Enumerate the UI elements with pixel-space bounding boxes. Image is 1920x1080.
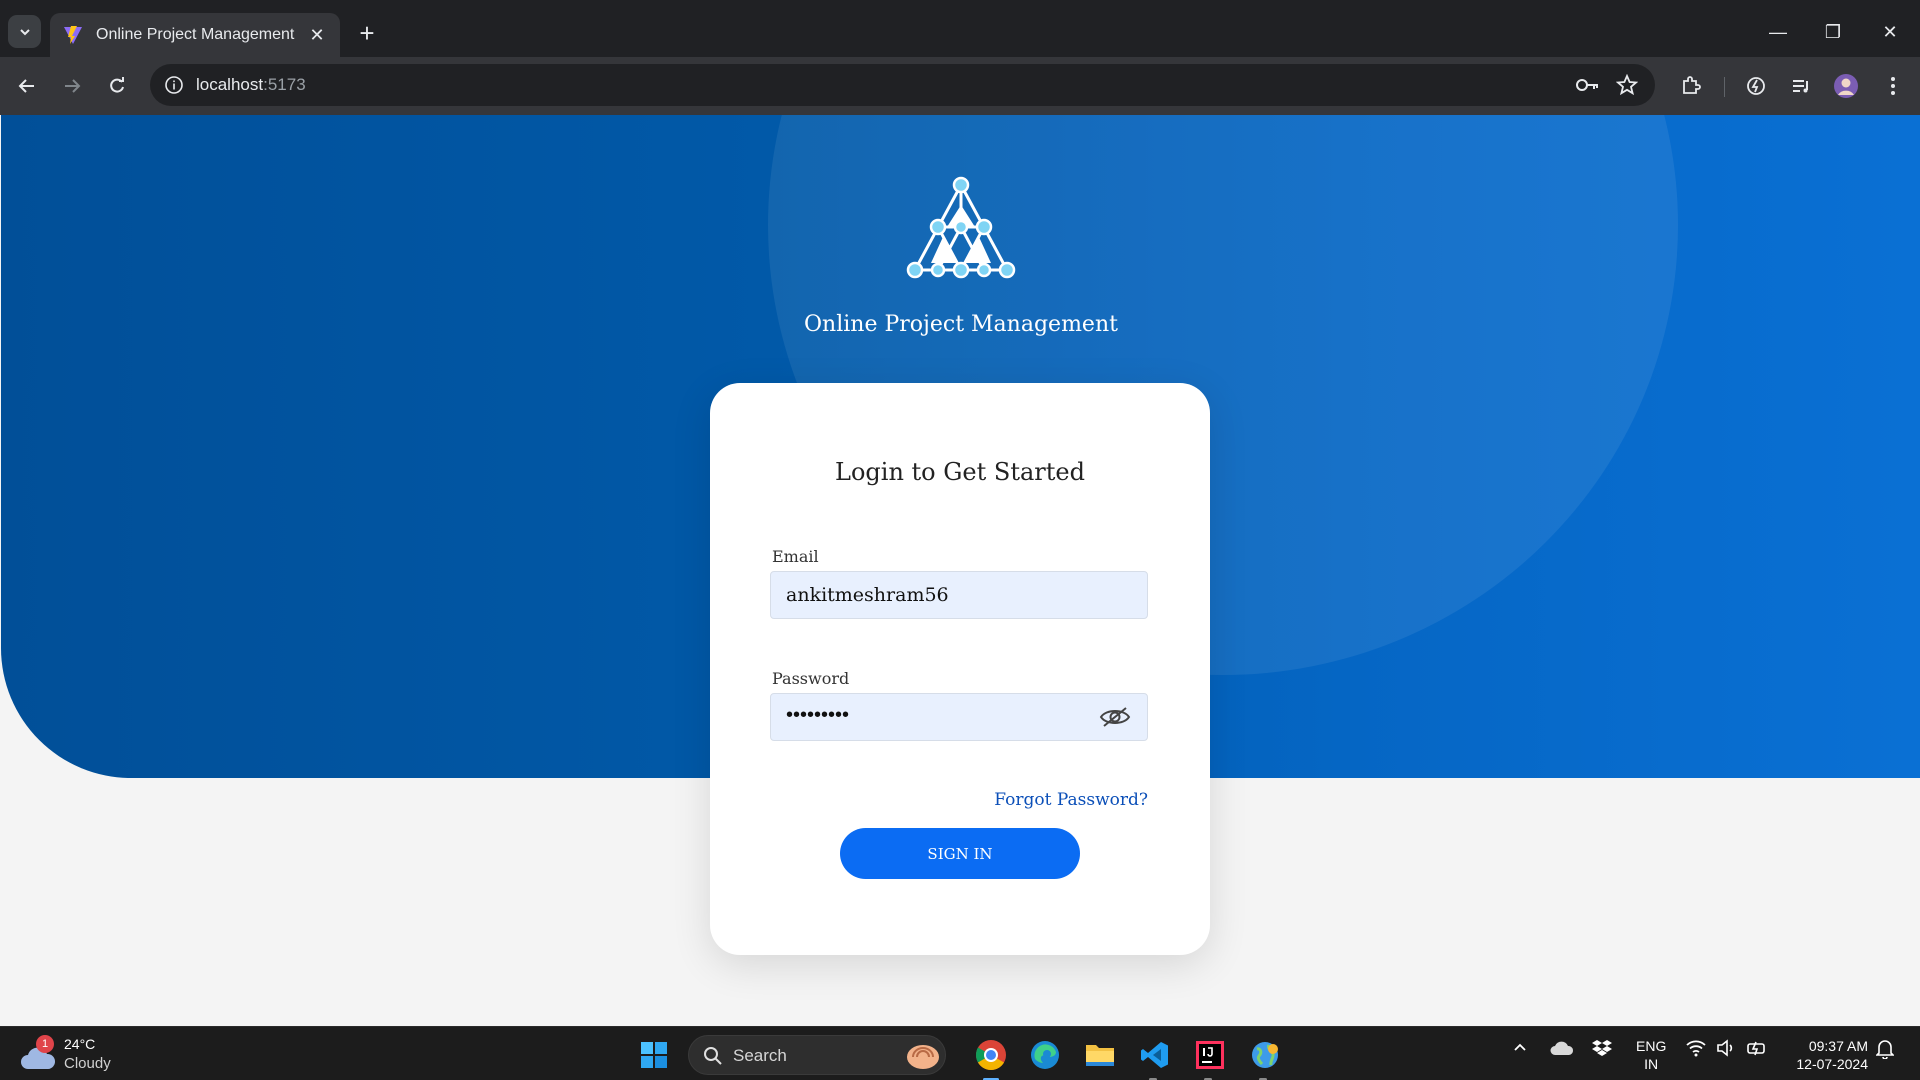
- new-tab-button[interactable]: +: [352, 19, 382, 49]
- browser-tab-bar: Online Project Management ✕ + — ❐ ✕: [0, 7, 1920, 57]
- edge-icon: [1031, 1041, 1059, 1069]
- speaker-icon: [1717, 1039, 1733, 1057]
- password-value: •••••••••: [786, 704, 850, 726]
- wifi-tray[interactable]: [1686, 1039, 1706, 1060]
- weather-badge: 1: [36, 1035, 54, 1053]
- chevron-down-icon: [19, 28, 30, 35]
- minimize-button[interactable]: —: [1758, 17, 1798, 47]
- browser-tab[interactable]: Online Project Management ✕: [50, 13, 340, 57]
- tab-title: Online Project Management: [96, 26, 295, 43]
- restore-button[interactable]: ❐: [1813, 17, 1853, 47]
- start-button[interactable]: [634, 1035, 674, 1075]
- bell-icon: [1875, 1040, 1895, 1060]
- weather-widget[interactable]: 1 24°C Cloudy: [20, 1035, 140, 1075]
- app-logo-icon: [906, 176, 1016, 279]
- site-info-icon[interactable]: [164, 75, 184, 95]
- globe-icon: [1252, 1042, 1278, 1068]
- taskbar-search[interactable]: Search: [688, 1035, 946, 1075]
- page-viewport: Online Project Management Login to Get S…: [0, 115, 1920, 1026]
- profile-avatar-icon: [1834, 74, 1858, 98]
- cloud-sync-icon: [1550, 1041, 1574, 1055]
- taskbar-edge[interactable]: [1025, 1035, 1065, 1075]
- onedrive-tray[interactable]: [1550, 1039, 1574, 1060]
- more-vertical-icon: [1891, 77, 1895, 95]
- search-icon: [704, 1047, 722, 1065]
- bookmark-star-icon[interactable]: [1616, 74, 1638, 96]
- sign-in-button[interactable]: SIGN IN: [840, 828, 1080, 879]
- url-port: :5173: [263, 75, 306, 94]
- notifications-button[interactable]: [1875, 1039, 1895, 1062]
- region-code: IN: [1644, 1056, 1659, 1072]
- language-code: ENG: [1636, 1038, 1667, 1054]
- intellij-icon: [1196, 1041, 1224, 1069]
- browser-menu-button[interactable]: [1878, 71, 1908, 101]
- email-field[interactable]: ankitmeshram56: [770, 571, 1148, 619]
- windows-taskbar: 1 24°C Cloudy Search ENG IN 09:37 AM 12-…: [0, 1026, 1920, 1080]
- app-title: Online Project Management: [804, 312, 1118, 337]
- shell-search-highlight-icon: [907, 1045, 939, 1069]
- vscode-icon: [1141, 1042, 1168, 1068]
- reload-icon: [110, 77, 124, 93]
- dropbox-icon: [1592, 1040, 1612, 1056]
- email-label: Email: [772, 547, 819, 566]
- url-text: localhost:5173: [196, 75, 306, 95]
- puzzle-icon: [1683, 76, 1701, 94]
- dropbox-tray[interactable]: [1592, 1039, 1612, 1060]
- email-value: ankitmeshram56: [786, 584, 949, 606]
- password-key-icon[interactable]: [1575, 74, 1601, 96]
- taskbar-intellij[interactable]: [1190, 1035, 1230, 1075]
- chrome-icon: [975, 1040, 1006, 1071]
- reload-button[interactable]: [102, 71, 132, 101]
- taskbar-vscode[interactable]: [1135, 1035, 1175, 1075]
- taskbar-clock[interactable]: 09:37 AM 12-07-2024: [1788, 1037, 1868, 1073]
- speed-icon: [1747, 77, 1765, 95]
- windows-logo-icon: [641, 1042, 667, 1068]
- login-heading: Login to Get Started: [835, 458, 1085, 486]
- vite-favicon-icon: [64, 26, 82, 44]
- taskbar-file-explorer[interactable]: [1080, 1035, 1120, 1075]
- taskbar-globe-app[interactable]: [1245, 1035, 1285, 1075]
- battery-tray[interactable]: [1746, 1039, 1768, 1060]
- toolbar-separator: [1724, 77, 1725, 97]
- volume-tray[interactable]: [1716, 1039, 1736, 1060]
- extensions-button[interactable]: [1676, 71, 1706, 101]
- forward-button[interactable]: [57, 71, 87, 101]
- show-hidden-icons-button[interactable]: [1512, 1039, 1528, 1058]
- password-label: Password: [772, 669, 850, 688]
- language-indicator[interactable]: ENG IN: [1636, 1037, 1666, 1073]
- close-window-button[interactable]: ✕: [1870, 17, 1910, 47]
- media-controls-button[interactable]: [1786, 71, 1816, 101]
- forgot-password-link[interactable]: Forgot Password?: [994, 790, 1148, 810]
- arrow-right-icon: [65, 79, 81, 93]
- clock-time: 09:37 AM: [1808, 1038, 1868, 1054]
- browser-toolbar: localhost:5173: [0, 57, 1920, 115]
- chevron-up-icon: [1514, 1043, 1526, 1051]
- search-label: Search: [733, 1046, 787, 1065]
- weather-temp: 24°C: [64, 1036, 96, 1052]
- performance-button[interactable]: [1741, 71, 1771, 101]
- folder-icon: [1086, 1045, 1114, 1066]
- weather-condition: Cloudy: [64, 1055, 111, 1072]
- tab-search-button[interactable]: [8, 15, 41, 48]
- url-host: localhost: [196, 75, 264, 94]
- tab-close-icon[interactable]: ✕: [306, 25, 328, 46]
- battery-charging-icon: [1747, 1041, 1765, 1056]
- address-bar[interactable]: localhost:5173: [150, 64, 1655, 106]
- password-field[interactable]: •••••••••: [770, 693, 1148, 741]
- clock-date: 12-07-2024: [1796, 1056, 1868, 1072]
- profile-button[interactable]: [1831, 71, 1861, 101]
- wifi-icon: [1686, 1040, 1706, 1057]
- window-top-strip: [0, 0, 1920, 7]
- login-card: Login to Get Started Email ankitmeshram5…: [710, 383, 1210, 955]
- eye-off-icon[interactable]: [1099, 705, 1131, 729]
- playlist-icon: [1793, 80, 1808, 93]
- taskbar-chrome[interactable]: [971, 1035, 1011, 1075]
- arrow-left-icon: [18, 79, 34, 93]
- back-button[interactable]: [12, 71, 42, 101]
